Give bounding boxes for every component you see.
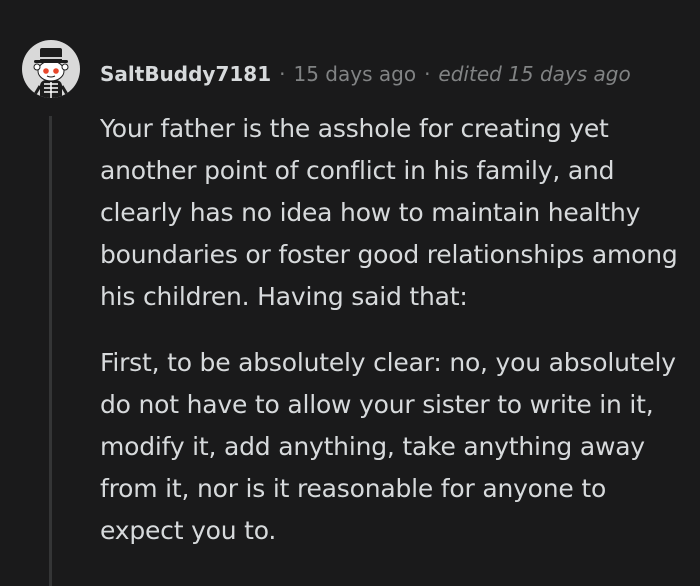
separator-dot: · — [424, 62, 431, 86]
separator-dot: · — [279, 62, 286, 86]
snoo-avatar-icon — [22, 40, 80, 98]
user-avatar[interactable] — [22, 40, 80, 98]
thread-collapse-line[interactable] — [49, 116, 52, 586]
comment-paragraph: Your father is the asshole for creating … — [100, 114, 678, 311]
comment-paragraph: First, to be absolutely clear: no, you a… — [100, 348, 676, 545]
comment: SaltBuddy7181 · 15 days ago · edited 15 … — [0, 0, 700, 586]
comment-body: Your father is the asshole for creating … — [100, 108, 690, 576]
edited-label: edited 15 days ago — [438, 62, 631, 86]
timestamp-link[interactable]: 15 days ago — [294, 62, 417, 86]
comment-meta: SaltBuddy7181 · 15 days ago · edited 15 … — [100, 58, 631, 90]
username-link[interactable]: SaltBuddy7181 — [100, 62, 271, 86]
